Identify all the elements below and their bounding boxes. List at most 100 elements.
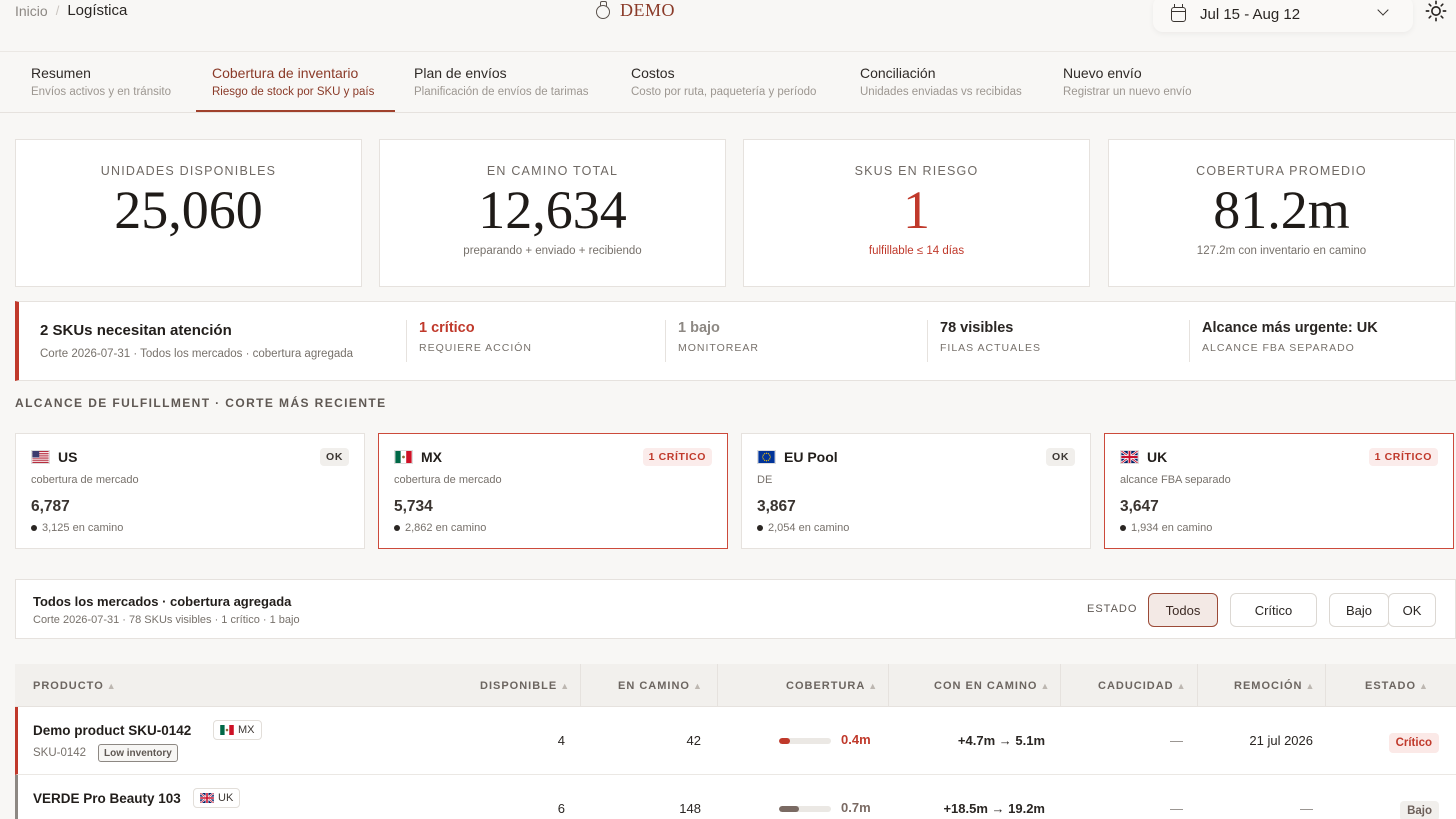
- column-header-remocion[interactable]: REMOCIÓN ▲: [1234, 680, 1315, 692]
- uk-flag-icon: [200, 793, 214, 803]
- breadcrumb-home-link[interactable]: Inicio: [15, 3, 48, 19]
- banner-title: 2 SKUs necesitan atención: [40, 322, 232, 339]
- brand-logo[interactable]: DEMO: [596, 0, 675, 21]
- market-description: cobertura de mercado: [31, 474, 139, 486]
- estado-label: ESTADO: [1087, 603, 1138, 615]
- tab-subtitle: Envíos activos y en tránsito: [31, 86, 171, 98]
- column-header-producto[interactable]: PRODUCTO ▲: [33, 680, 117, 692]
- kpi-label: EN CAMINO TOTAL: [486, 164, 619, 178]
- product-name: VERDE Pro Beauty 103: [33, 791, 181, 806]
- market-card-eu-pool[interactable]: EU Pool OK DE 3,867 2,054 en camino: [741, 433, 1091, 549]
- table-row[interactable]: Demo product SKU-0142 MX SKU-0142 Low in…: [15, 707, 1456, 775]
- market-chip: MX: [213, 720, 262, 740]
- banner-stat-label: ALCANCE FBA SEPARADO: [1202, 342, 1355, 354]
- coverage-fill: [779, 738, 791, 744]
- column-header-cobertura[interactable]: COBERTURA ▲: [786, 680, 878, 692]
- banner-stat-alcance-urgente[interactable]: Alcance más urgente: UK ALCANCE FBA SEPA…: [1189, 320, 1378, 362]
- tab-title: Costos: [631, 65, 675, 81]
- column-header-estado[interactable]: ESTADO ▲: [1365, 680, 1429, 692]
- tab-title: Nuevo envío: [1063, 65, 1142, 81]
- sun-icon[interactable]: [1425, 0, 1447, 22]
- market-description: cobertura de mercado: [394, 474, 502, 486]
- cell-caducidad: —: [1170, 733, 1183, 748]
- market-units: 3,647: [1120, 498, 1159, 515]
- market-transit: 2,054 en camino: [757, 522, 849, 534]
- tab-resumen[interactable]: Resumen Envíos activos y en tránsito: [31, 52, 171, 113]
- tab-title: Resumen: [31, 65, 91, 81]
- market-transit-label: 1,934 en camino: [1131, 522, 1213, 534]
- filter-bar: Todos los mercados · cobertura agregada …: [15, 579, 1456, 639]
- fulfillment-section-heading: ALCANCE DE FULFILLMENT · CORTE MÁS RECIE…: [15, 396, 387, 410]
- filter-todos-button[interactable]: Todos: [1148, 593, 1218, 627]
- bell-jar-icon: [596, 0, 610, 19]
- market-card-mx[interactable]: MX 1 CRÍTICO cobertura de mercado 5,734 …: [378, 433, 728, 549]
- market-card-us[interactable]: US OK cobertura de mercado 6,787 3,125 e…: [15, 433, 365, 549]
- brand-name: DEMO: [620, 0, 675, 20]
- column-header-disponible[interactable]: DISPONIBLE ▲: [480, 680, 570, 692]
- market-transit-label: 2,862 en camino: [405, 522, 487, 534]
- breadcrumb-current: Logística: [67, 2, 128, 19]
- market-units: 6,787: [31, 498, 70, 515]
- banner-stat-value: 78 visibles: [940, 320, 1014, 336]
- cell-con-en-camino: +18.5m → 19.2m: [943, 801, 1045, 816]
- filter-bajo-button[interactable]: Bajo: [1329, 593, 1389, 627]
- kpi-card-skus-en-riesgo: SKUS EN RIESGO 1 fulfillable ≤ 14 días: [743, 139, 1090, 287]
- banner-stat-label: REQUIERE ACCIÓN: [419, 342, 533, 354]
- date-range-picker[interactable]: Jul 15 - Aug 12: [1153, 0, 1413, 32]
- tab-title: Conciliación: [860, 65, 936, 81]
- table-row[interactable]: VERDE Pro Beauty 103 UK 6 148 0.7m +18.5…: [15, 775, 1456, 819]
- kpi-card-cobertura-promedio: COBERTURA PROMEDIO 81.2m 127.2m con inve…: [1108, 139, 1455, 287]
- tab-plan-de-envios[interactable]: Plan de envíos Planificación de envíos d…: [414, 52, 589, 113]
- tab-conciliacion[interactable]: Conciliación Unidades enviadas vs recibi…: [860, 52, 1022, 113]
- column-header-en-camino[interactable]: EN CAMINO ▲: [618, 680, 703, 692]
- inventory-tag: Low inventory: [98, 744, 178, 762]
- banner-stat-critico[interactable]: 1 crítico REQUIERE ACCIÓN: [406, 320, 532, 362]
- market-name: MX: [421, 449, 442, 465]
- market-transit: 2,862 en camino: [394, 522, 486, 534]
- date-range-label: Jul 15 - Aug 12: [1200, 5, 1301, 23]
- column-header-con-en-camino[interactable]: CON EN CAMINO ▲: [934, 680, 1050, 692]
- kpi-value: 12,634: [478, 180, 627, 240]
- cell-en-camino: 148: [679, 801, 701, 816]
- market-transit-label: 2,054 en camino: [768, 522, 850, 534]
- banner-stat-label: FILAS ACTUALES: [940, 342, 1041, 354]
- banner-stat-bajo[interactable]: 1 bajo MONITOREAR: [665, 320, 759, 362]
- market-card-uk[interactable]: UK 1 CRÍTICO alcance FBA separado 3,647 …: [1104, 433, 1454, 549]
- product-sku: SKU-0142: [33, 747, 87, 759]
- bullet-dot-icon: [394, 525, 400, 531]
- column-divider: [1060, 664, 1061, 707]
- tab-cobertura-de-inventario[interactable]: Cobertura de inventario Riesgo de stock …: [212, 52, 374, 113]
- cell-remocion: 21 jul 2026: [1249, 733, 1313, 748]
- kpi-label: COBERTURA PROMEDIO: [1196, 164, 1367, 178]
- sort-arrow-icon: ▲: [560, 681, 571, 691]
- banner-stat-value: 1 bajo: [678, 320, 720, 336]
- status-badge: Bajo: [1400, 801, 1439, 819]
- market-transit-label: 3,125 en camino: [42, 522, 124, 534]
- column-divider: [888, 664, 889, 707]
- tab-subtitle: Costo por ruta, paquetería y período: [631, 86, 817, 98]
- column-divider: [717, 664, 718, 707]
- tab-costos[interactable]: Costos Costo por ruta, paquetería y perí…: [631, 52, 816, 113]
- filter-critico-button[interactable]: Crítico: [1230, 593, 1317, 627]
- market-description: alcance FBA separado: [1120, 474, 1231, 486]
- market-name: EU Pool: [784, 449, 838, 465]
- kpi-label: UNIDADES DISPONIBLES: [100, 164, 277, 178]
- banner-stat-label: MONITOREAR: [678, 342, 759, 354]
- column-divider: [1325, 664, 1326, 707]
- tab-subtitle: Riesgo de stock por SKU y país: [212, 86, 375, 98]
- cell-remocion: —: [1300, 801, 1313, 816]
- column-header-caducidad[interactable]: CADUCIDAD ▲: [1098, 680, 1187, 692]
- cell-disponible: 6: [557, 801, 565, 816]
- sort-arrow-icon: ▲: [868, 681, 879, 691]
- banner-stat-visibles: 78 visibles FILAS ACTUALES: [927, 320, 1041, 362]
- coverage-fill: [779, 806, 799, 812]
- market-chip-label: MX: [238, 724, 255, 736]
- tab-subtitle: Unidades enviadas vs recibidas: [860, 86, 1022, 98]
- tab-nuevo-envio[interactable]: Nuevo envío Registrar un nuevo envío: [1063, 52, 1192, 113]
- kpi-card-unidades-disponibles: UNIDADES DISPONIBLES 25,060: [15, 139, 362, 287]
- filter-ok-button[interactable]: OK: [1388, 593, 1436, 627]
- kpi-value: 1: [903, 180, 930, 240]
- kpi-subtitle: fulfillable ≤ 14 días: [868, 245, 965, 257]
- calendar-icon: [1171, 3, 1186, 22]
- tab-title: Plan de envíos: [414, 65, 507, 81]
